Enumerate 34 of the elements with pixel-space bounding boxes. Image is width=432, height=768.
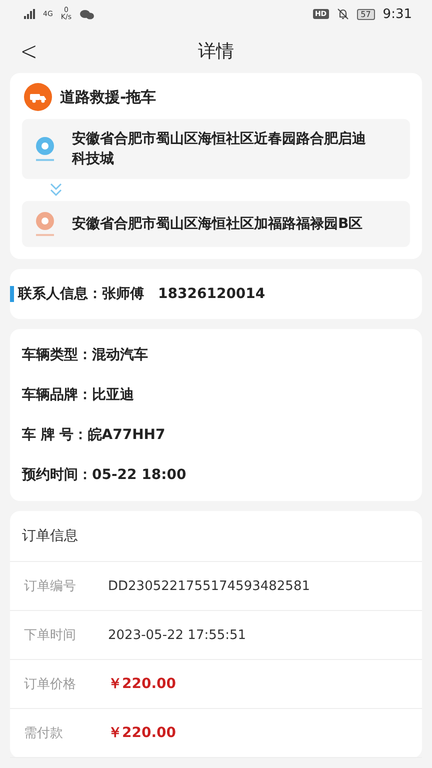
order-label: 订单价格: [24, 676, 77, 693]
contact-name: 张师傅: [102, 285, 144, 303]
vehicle-value: 混动汽车: [92, 346, 148, 364]
location-pin-icon: [34, 136, 56, 162]
location-pin-icon: [34, 211, 56, 237]
vehicle-value: 皖A77HH7: [88, 426, 166, 444]
chat-icon: [80, 8, 94, 20]
signal-icon: [24, 9, 35, 20]
service-type: 道路救援-拖车: [60, 88, 156, 106]
price-value: ￥220.00: [108, 675, 176, 693]
muted-bell-icon: [336, 8, 349, 20]
price-value: ￥220.00: [108, 724, 176, 742]
battery-level: 57: [356, 8, 375, 20]
contact-label: 联系人信息：: [18, 285, 102, 303]
order-value: DD2305221755174593482581: [108, 578, 310, 594]
order-title: 订单信息: [10, 511, 422, 562]
back-button[interactable]: <: [16, 36, 41, 67]
address-text: 安徽省合肥市蜀山区海恒社区加福路福禄园B区: [72, 214, 363, 234]
vehicle-label: 车 牌 号：: [22, 426, 88, 444]
page-title: 详情: [198, 40, 234, 63]
vehicle-value: 05-22 18:00: [92, 467, 186, 483]
order-label: 下单时间: [24, 627, 77, 644]
clock-time: 9:31: [382, 6, 412, 22]
vehicle-label: 预约时间：: [22, 466, 92, 484]
vehicle-value: 比亚迪: [92, 386, 134, 404]
vehicle-label: 车辆品牌：: [22, 386, 92, 404]
contact-phone: 18326120014: [158, 286, 266, 302]
order-value: 2023-05-22 17:55:51: [108, 628, 246, 642]
tow-truck-icon: [24, 83, 52, 111]
address-text: 安徽省合肥市蜀山区海恒社区近春园路合肥启迪科技城: [72, 130, 367, 169]
order-label: 需付款: [24, 725, 64, 742]
order-label: 订单编号: [24, 578, 77, 595]
vehicle-label: 车辆类型：: [22, 346, 92, 364]
double-chevron-down-icon: [50, 183, 62, 197]
